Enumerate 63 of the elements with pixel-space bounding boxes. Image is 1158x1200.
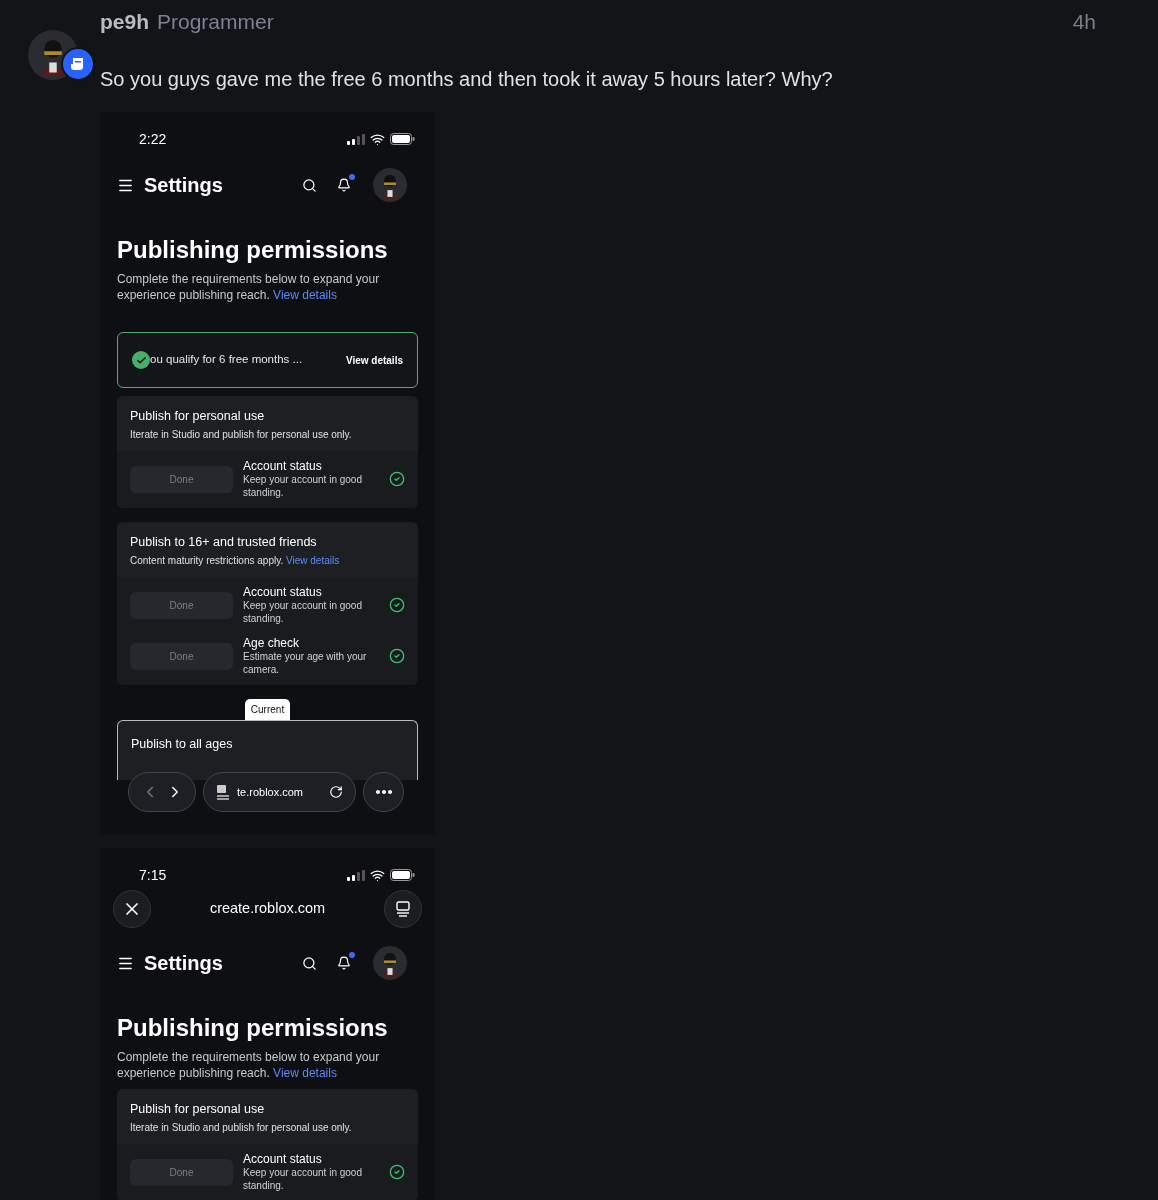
status-time: 2:22 (139, 129, 167, 149)
section-title: Publish for personal use (130, 1101, 266, 1118)
done-button[interactable]: Done (130, 1158, 233, 1186)
section-subtitle: Content maturity restrictions apply. View details (130, 553, 341, 568)
section-title: Publish for personal use (130, 408, 266, 425)
done-button[interactable]: Done (130, 465, 233, 493)
role-badge-icon (61, 47, 95, 81)
address-bar[interactable]: te.roblox.com (203, 772, 356, 812)
page-description: Complete the requirements below to expand your experience publishing reach. View details (117, 1049, 381, 1081)
close-button[interactable] (113, 890, 151, 928)
requirement-description: Keep your account in good standing. (243, 472, 363, 499)
view-details-link[interactable]: View details (273, 288, 337, 302)
section-title: Publish to all ages (131, 736, 233, 751)
section-title: Publish to 16+ and trusted friends (130, 533, 318, 551)
more-button[interactable] (363, 772, 404, 812)
wifi-icon (370, 131, 385, 147)
page-heading: Publishing permissions (117, 235, 389, 265)
username: pe9h (100, 9, 149, 35)
page-description: Complete the requirements below to expand your experience publishing reach. View details (117, 271, 381, 303)
battery-icon (390, 869, 415, 881)
done-button[interactable]: Done (130, 591, 233, 619)
search-icon[interactable] (302, 955, 317, 971)
section-subtitle: Iterate in Studio and publish for personal use only. (130, 1120, 353, 1135)
avatar-icon (373, 946, 407, 980)
banner-text: ou qualify for 6 free months ... (150, 352, 304, 368)
check-badge-icon (132, 351, 150, 369)
battery-icon (390, 133, 415, 145)
check-circle-icon (389, 648, 405, 664)
more-icon (375, 790, 392, 794)
view-details-link[interactable]: View details (273, 1066, 337, 1080)
tabs-button[interactable] (384, 890, 422, 928)
wifi-icon (370, 867, 385, 883)
requirement-title: Account status (243, 1152, 323, 1166)
signal-icon (347, 869, 365, 881)
page-heading: Publishing permissions (117, 1013, 389, 1043)
requirement-description: Keep your account in good standing. (243, 1165, 363, 1192)
check-circle-icon (389, 1164, 405, 1181)
tabs-icon (396, 901, 410, 917)
page-title: Settings (144, 173, 224, 198)
check-circle-icon (389, 597, 405, 613)
check-circle-icon (389, 471, 405, 488)
requirement-title: Account status (243, 585, 323, 599)
search-icon[interactable] (302, 177, 317, 193)
requirement-title: Age check (243, 636, 301, 650)
signal-icon (347, 133, 365, 145)
view-details-link[interactable]: View details (286, 554, 340, 566)
current-badge: Current (244, 698, 291, 720)
avatar-icon (373, 168, 407, 202)
url-text: te.roblox.com (237, 784, 305, 800)
page-title: Settings (144, 951, 224, 976)
url-text: create.roblox.com (209, 899, 326, 919)
post-message: So you guys gave me the free 6 months and then took it away 5 hours later? Why? (100, 67, 834, 92)
done-button[interactable]: Done (130, 642, 233, 670)
post-time: 4h (1072, 9, 1096, 35)
view-details-button[interactable]: View details (345, 352, 403, 368)
requirement-description: Keep your account in good standing. (243, 598, 363, 625)
section-subtitle: Iterate in Studio and publish for personal use only. (130, 427, 353, 442)
status-time: 7:15 (139, 865, 167, 885)
reader-icon[interactable] (216, 783, 230, 801)
reload-icon[interactable] (329, 785, 343, 799)
requirement-title: Account status (243, 459, 323, 473)
user-role: Programmer (157, 9, 275, 35)
requirement-description: Estimate your age with your camera. (243, 650, 368, 676)
